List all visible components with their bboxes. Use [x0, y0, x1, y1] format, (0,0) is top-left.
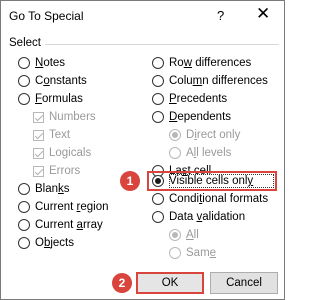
radio-current-array[interactable] — [18, 219, 30, 231]
radio-row-differences[interactable] — [152, 57, 164, 69]
cancel-button[interactable]: Cancel — [210, 272, 278, 294]
check-logicals[interactable]: Logicals — [33, 145, 91, 161]
option-data-validation[interactable]: Data validation — [152, 209, 245, 225]
option-all-levels[interactable]: All levels — [169, 145, 231, 161]
radio-validation-same[interactable] — [169, 247, 181, 259]
option-formulas[interactable]: Formulas — [18, 91, 83, 107]
radio-dependents[interactable] — [152, 111, 164, 123]
option-precedents[interactable]: Precedents — [152, 91, 227, 107]
option-validation-all[interactable]: All — [169, 227, 199, 243]
radio-all-levels[interactable] — [169, 147, 181, 159]
checkbox-numbers[interactable] — [33, 111, 44, 123]
option-current-array[interactable]: Current array — [18, 217, 103, 233]
option-constants[interactable]: Constants — [18, 73, 87, 89]
radio-data-validation[interactable] — [152, 211, 164, 223]
check-text[interactable]: Text — [33, 127, 70, 143]
option-row-differences[interactable]: Row differences — [152, 55, 251, 71]
checkbox-errors[interactable] — [33, 165, 44, 177]
option-validation-same[interactable]: Same — [169, 245, 216, 261]
option-notes[interactable]: Notes — [18, 55, 65, 71]
group-divider — [45, 44, 279, 45]
radio-precedents[interactable] — [152, 93, 164, 105]
radio-direct-only[interactable] — [169, 129, 181, 141]
checkbox-text[interactable] — [33, 129, 44, 141]
option-objects[interactable]: Objects — [18, 235, 74, 251]
option-blanks[interactable]: Blanks — [18, 181, 70, 197]
focus-indicator — [169, 174, 274, 188]
radio-current-region[interactable] — [18, 201, 30, 213]
select-group-label: Select — [9, 37, 41, 49]
option-current-region[interactable]: Current region — [18, 199, 109, 215]
radio-objects[interactable] — [18, 237, 30, 249]
step-badge-2: 2 — [112, 273, 132, 293]
close-icon[interactable]: ✕ — [256, 4, 270, 24]
radio-notes[interactable] — [18, 57, 30, 69]
check-numbers[interactable]: Numbers — [33, 109, 96, 125]
option-conditional-formats[interactable]: Conditional formats — [152, 191, 268, 207]
dialog-title: Go To Special — [9, 9, 84, 23]
title-bar: Go To Special ? ✕ — [1, 1, 284, 31]
step-badge-1: 1 — [120, 171, 140, 191]
ok-button[interactable]: OK — [136, 272, 204, 294]
radio-conditional-formats[interactable] — [152, 193, 164, 205]
option-column-differences[interactable]: Column differences — [152, 73, 268, 89]
go-to-special-dialog: Go To Special ? ✕ Select Notes Constants… — [0, 0, 285, 300]
check-errors[interactable]: Errors — [33, 163, 80, 179]
checkbox-logicals[interactable] — [33, 147, 44, 159]
radio-blanks[interactable] — [18, 183, 30, 195]
radio-formulas[interactable] — [18, 93, 30, 105]
radio-constants[interactable] — [18, 75, 30, 87]
help-icon[interactable]: ? — [217, 8, 224, 23]
option-direct-only[interactable]: Direct only — [169, 127, 240, 143]
radio-validation-all[interactable] — [169, 229, 181, 241]
radio-column-differences[interactable] — [152, 75, 164, 87]
option-dependents[interactable]: Dependents — [152, 109, 231, 125]
